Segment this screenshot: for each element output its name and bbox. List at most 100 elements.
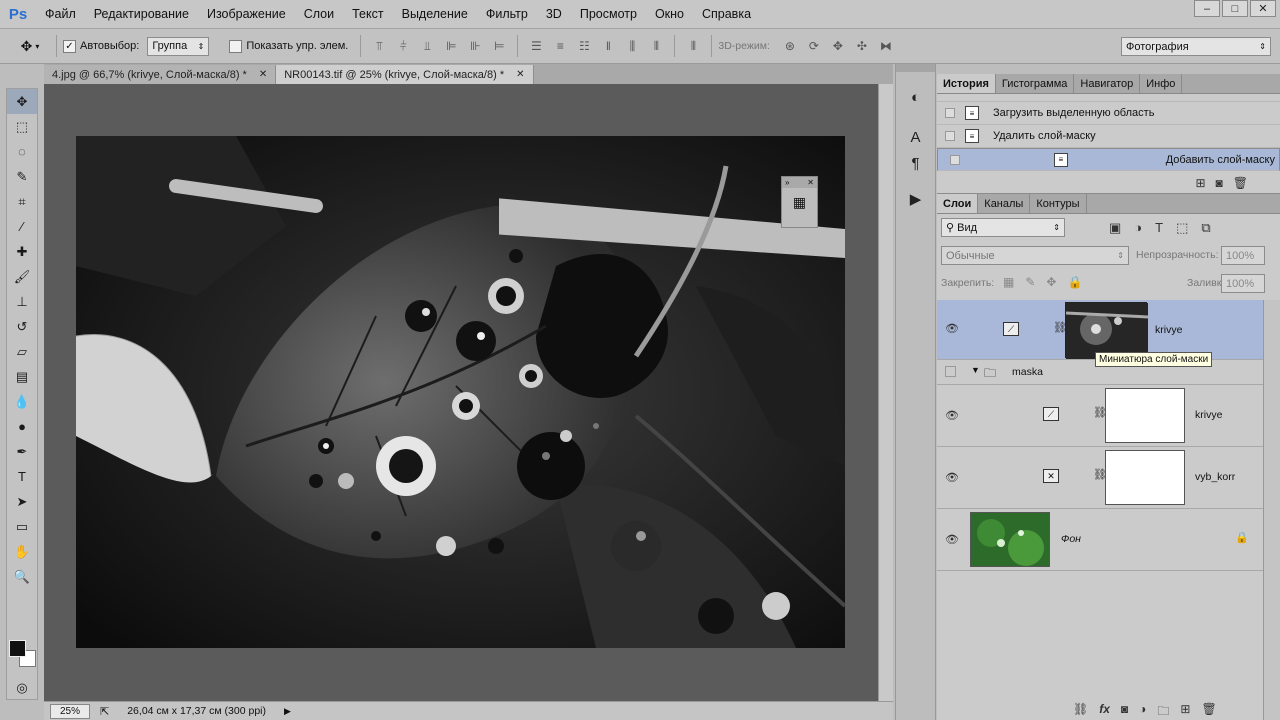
color-swatches[interactable] xyxy=(9,640,37,668)
dodge-tool-icon[interactable]: ● xyxy=(7,414,37,439)
tab-channels[interactable]: Каналы xyxy=(978,194,1031,213)
trash-icon[interactable]: 🗑 xyxy=(1201,702,1216,720)
tab-navigator[interactable]: Навигатор xyxy=(1074,74,1141,93)
new-adjustment-icon[interactable]: ◑ xyxy=(1139,702,1146,720)
history-snapshot-box[interactable] xyxy=(945,108,955,118)
lock-image-icon[interactable]: ✎ xyxy=(1025,275,1035,289)
menu-text[interactable]: Текст xyxy=(343,0,392,28)
healing-brush-icon[interactable]: ✚ xyxy=(7,239,37,264)
crop-tool-icon[interactable]: ⌗ xyxy=(7,189,37,214)
autoselect-checkbox[interactable]: ✓ xyxy=(63,39,76,53)
autoselect-dropdown[interactable]: Группа ⇕ xyxy=(147,36,210,56)
distribute-vcenter-icon[interactable]: ≡ xyxy=(551,38,569,54)
history-snapshot-box[interactable] xyxy=(950,154,960,165)
layers-scrollbar[interactable] xyxy=(1263,300,1280,720)
adjustments-icon[interactable]: ◐ xyxy=(903,86,929,108)
workspace-dropdown[interactable]: Фотография ⇕ xyxy=(1121,37,1271,56)
lock-transparent-icon[interactable]: ▦ xyxy=(1003,275,1014,289)
visibility-eye-icon[interactable]: 👁 xyxy=(945,409,959,422)
distribute-right-icon[interactable]: ⦀ xyxy=(647,38,665,54)
character-icon[interactable]: A xyxy=(903,126,929,148)
opacity-field[interactable]: 100% xyxy=(1221,246,1265,265)
add-mask-icon[interactable]: ◙ xyxy=(1121,702,1128,720)
properties-icon[interactable]: ▦ xyxy=(782,194,817,211)
stamp-tool-icon[interactable]: ⊥ xyxy=(7,289,37,314)
fx-icon[interactable]: fx xyxy=(1099,702,1110,720)
pen-tool-icon[interactable]: ✒ xyxy=(7,439,37,464)
mini-panel-header[interactable]: » ✕ xyxy=(782,177,817,188)
export-icon[interactable]: ⇱ xyxy=(100,705,109,718)
menu-3d[interactable]: 3D xyxy=(537,0,571,28)
tab-4jpg[interactable]: 4.jpg @ 66,7% (krivye, Слой-маска/8) * ✕ xyxy=(44,65,277,84)
filter-adjustment-icon[interactable]: ◑ xyxy=(1134,220,1142,236)
visibility-box[interactable] xyxy=(945,366,956,377)
fill-field[interactable]: 100% xyxy=(1221,274,1265,293)
align-bottom-icon[interactable]: ⫫ xyxy=(418,38,436,54)
close-icon[interactable]: ✕ xyxy=(807,178,814,187)
foreground-color[interactable] xyxy=(9,640,26,657)
3d-pan-icon[interactable]: ✥ xyxy=(829,38,847,54)
filter-smart-icon[interactable]: ⧉ xyxy=(1201,220,1210,236)
lasso-tool-icon[interactable]: ◌ xyxy=(7,139,37,164)
menu-view[interactable]: Просмотр xyxy=(571,0,646,28)
quick-mask-icon[interactable]: ◎ xyxy=(7,675,37,700)
align-vcenter-icon[interactable]: ⫩ xyxy=(394,38,412,54)
show-transform-checkbox[interactable] xyxy=(229,39,243,53)
tab-histogram[interactable]: Гистограмма xyxy=(996,74,1075,93)
menu-select[interactable]: Выделение xyxy=(393,0,477,28)
move-tool-icon[interactable]: ✥ xyxy=(7,89,37,114)
history-item-selected[interactable]: ≡ Добавить слой-маску xyxy=(937,148,1280,171)
close-icon[interactable]: ✕ xyxy=(516,69,524,80)
menu-layers[interactable]: Слои xyxy=(295,0,343,28)
auto-align-icon[interactable]: ⫴ xyxy=(684,38,702,54)
tab-history[interactable]: История xyxy=(937,74,996,93)
menu-edit[interactable]: Редактирование xyxy=(85,0,198,28)
new-document-from-state-icon[interactable]: ⊞ xyxy=(1195,176,1205,190)
expand-arrow-icon[interactable]: ▼ xyxy=(971,365,980,375)
type-tool-icon[interactable]: T xyxy=(7,464,37,489)
paragraph-icon[interactable]: ¶ xyxy=(903,152,929,174)
close-button[interactable]: ✕ xyxy=(1250,0,1276,17)
layer-row-background[interactable]: 👁 Фон 🔒 xyxy=(937,509,1263,571)
distribute-hcenter-icon[interactable]: ⫼ xyxy=(623,38,641,54)
path-select-tool-icon[interactable]: ➤ xyxy=(7,489,37,514)
link-layers-icon[interactable]: ⛓ xyxy=(1073,702,1088,720)
brush-tool-icon[interactable]: 🖌 xyxy=(7,264,37,289)
gradient-tool-icon[interactable]: ▤ xyxy=(7,364,37,389)
3d-orbit-icon[interactable]: ⊛ xyxy=(781,38,799,54)
shape-tool-icon[interactable]: ▭ xyxy=(7,514,37,539)
tab-info[interactable]: Инфо xyxy=(1140,74,1183,93)
zoom-field[interactable]: 25% xyxy=(50,703,90,719)
hand-tool-icon[interactable]: ✋ xyxy=(7,539,37,564)
align-left-icon[interactable]: ⊫ xyxy=(442,38,460,54)
3d-roll-icon[interactable]: ⟳ xyxy=(805,38,823,54)
minimize-button[interactable]: – xyxy=(1194,0,1220,17)
menu-window[interactable]: Окно xyxy=(646,0,693,28)
history-brush-icon[interactable]: ↺ xyxy=(7,314,37,339)
3d-slide-icon[interactable]: ✣ xyxy=(853,38,871,54)
layer-mask-thumbnail[interactable] xyxy=(1105,388,1185,443)
collapse-icon[interactable]: » xyxy=(785,178,789,187)
history-snapshot-box[interactable] xyxy=(945,131,955,141)
move-tool-preset[interactable]: ✥ ▾ xyxy=(10,35,50,57)
actions-play-icon[interactable]: ▶ xyxy=(903,188,929,210)
filter-pixel-icon[interactable]: ▣ xyxy=(1109,220,1121,236)
align-right-icon[interactable]: ⊨ xyxy=(490,38,508,54)
visibility-eye-icon[interactable]: 👁 xyxy=(945,322,959,335)
distribute-top-icon[interactable]: ☰ xyxy=(527,38,545,54)
menu-filter[interactable]: Фильтр xyxy=(477,0,537,28)
zoom-tool-icon[interactable]: 🔍 xyxy=(7,564,37,589)
layer-filter-dropdown[interactable]: ⚲ Вид ⇕ xyxy=(941,218,1065,237)
tab-nr00143[interactable]: NR00143.tif @ 25% (krivye, Слой-маска/8)… xyxy=(276,65,534,84)
lock-all-icon[interactable]: 🔒 xyxy=(1067,275,1082,289)
menu-file[interactable]: Файл xyxy=(36,0,85,28)
new-group-icon[interactable]: 🗀 xyxy=(1157,702,1169,720)
trash-icon[interactable]: 🗑 xyxy=(1233,176,1248,190)
new-layer-icon[interactable]: ⊞ xyxy=(1180,702,1190,720)
document-image[interactable] xyxy=(76,136,845,648)
align-top-icon[interactable]: ⫪ xyxy=(370,38,388,54)
marquee-tool-icon[interactable]: ⬚ xyxy=(7,114,37,139)
history-item[interactable]: ≡ Удалить слой-маску xyxy=(937,125,1280,148)
layer-row[interactable]: 👁 ⟋ ⛓ krivye xyxy=(937,385,1263,447)
background-thumbnail[interactable] xyxy=(970,512,1050,567)
